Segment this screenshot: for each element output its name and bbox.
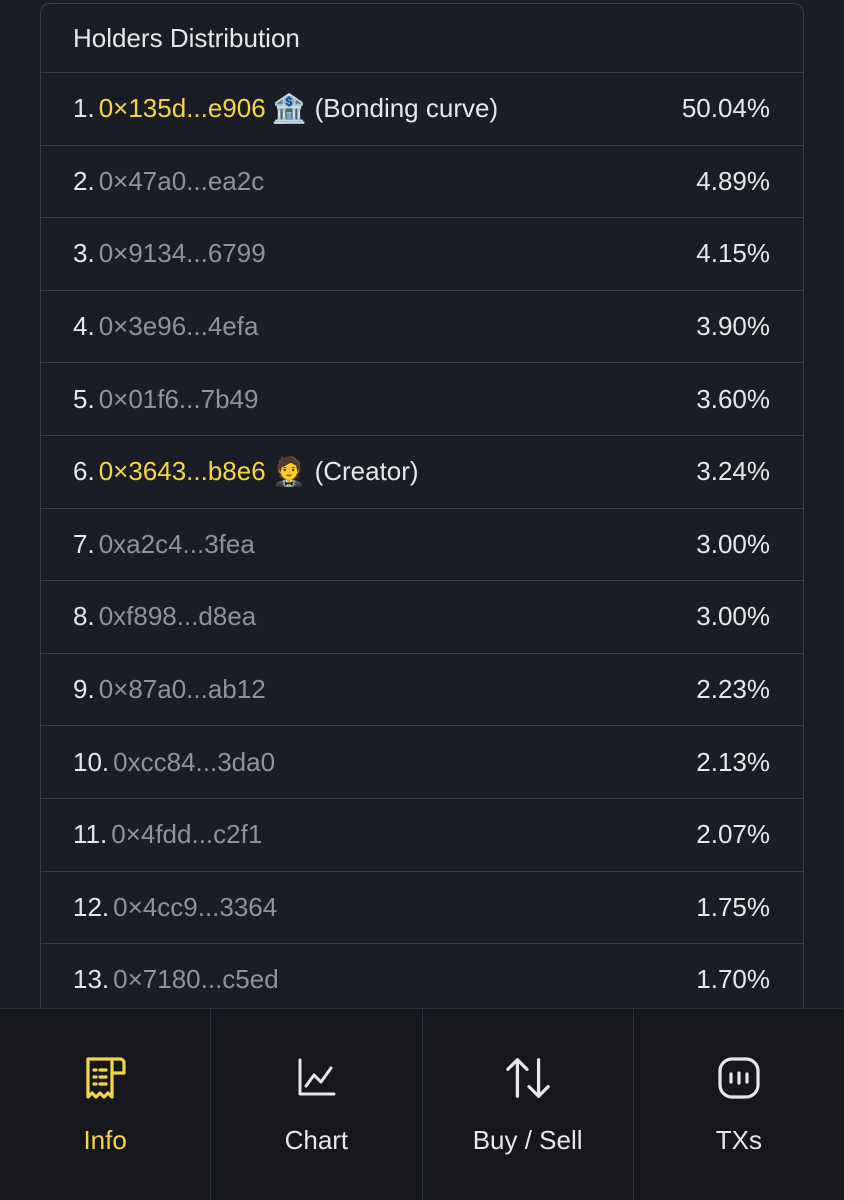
holder-rank: 2.: [73, 165, 95, 196]
holder-row[interactable]: 9. 0×87a0...ab12 2.23%: [41, 654, 803, 727]
holder-row[interactable]: 2. 0×47a0...ea2c 4.89%: [41, 146, 803, 219]
holder-address-link[interactable]: 0×7180...c5ed: [113, 964, 279, 995]
holder-address-link[interactable]: 0×47a0...ea2c: [99, 166, 265, 197]
holder-rank: 11.: [73, 819, 108, 850]
holder-address-link[interactable]: 0×01f6...7b49: [99, 384, 259, 415]
holder-row[interactable]: 11. 0×4fdd...c2f1 2.07%: [41, 799, 803, 872]
holder-info: 9. 0×87a0...ab12: [73, 674, 266, 705]
holder-percent: 2.23%: [696, 674, 770, 705]
holder-address-link[interactable]: 0×4fdd...c2f1: [111, 819, 262, 850]
holder-rank: 10.: [73, 746, 110, 777]
holder-rank: 13.: [73, 964, 110, 995]
holder-address-link[interactable]: 0xf898...d8ea: [99, 601, 257, 632]
holder-address-link[interactable]: 0×9134...6799: [99, 238, 266, 269]
holder-percent: 4.15%: [696, 238, 770, 269]
holder-info: 6. 0×3643...b8e6 🤵 (Creator): [73, 455, 419, 488]
holder-rank: 4.: [73, 311, 95, 342]
creator-icon: 🤵: [271, 456, 307, 488]
holder-info: 2. 0×47a0...ea2c: [73, 166, 264, 197]
holders-distribution-panel: Holders Distribution 1. 0×135d...e906 🏦 (Bo…: [40, 3, 804, 1033]
holder-percent: 2.13%: [696, 746, 770, 777]
holder-percent: 1.75%: [696, 891, 770, 922]
holder-tag: (Bonding curve): [314, 93, 499, 124]
transactions-icon: [714, 1053, 764, 1103]
nav-label-info: Info: [83, 1125, 127, 1155]
holder-info: 4. 0×3e96...4efa: [73, 311, 258, 342]
holder-row[interactable]: 7. 0xa2c4...3fea 3.00%: [41, 509, 803, 582]
holder-percent: 3.00%: [696, 601, 770, 632]
holder-address-link[interactable]: 0×4cc9...3364: [113, 892, 277, 923]
holder-info: 8. 0xf898...d8ea: [73, 601, 256, 632]
holder-info: 7. 0xa2c4...3fea: [73, 529, 255, 560]
holder-address-link[interactable]: 0×135d...e906: [99, 93, 266, 124]
holder-percent: 2.07%: [696, 819, 770, 850]
bottom-nav: Info Chart Buy / Sell TXs: [0, 1008, 844, 1200]
holder-row[interactable]: 12. 0×4cc9...3364 1.75%: [41, 872, 803, 945]
holder-tag: (Creator): [314, 456, 419, 487]
receipt-icon: [80, 1053, 130, 1103]
line-chart-icon: [291, 1053, 341, 1103]
holder-percent: 4.89%: [696, 165, 770, 196]
holder-info: 3. 0×9134...6799: [73, 238, 266, 269]
holder-address-link[interactable]: 0xa2c4...3fea: [99, 529, 255, 560]
nav-item-chart[interactable]: Chart: [211, 1009, 423, 1200]
holder-info: 11. 0×4fdd...c2f1: [73, 819, 262, 850]
holder-row[interactable]: 6. 0×3643...b8e6 🤵 (Creator) 3.24%: [41, 436, 803, 509]
nav-label-buy-sell: Buy / Sell: [472, 1125, 583, 1155]
holders-list: 1. 0×135d...e906 🏦 (Bonding curve) 50.04% 2. 0…: [41, 73, 803, 1017]
nav-label-chart: Chart: [284, 1125, 349, 1155]
holder-address-link[interactable]: 0×87a0...ab12: [99, 674, 266, 705]
holder-rank: 12.: [73, 891, 110, 922]
holder-info: 10. 0xcc84...3da0: [73, 747, 275, 778]
holder-info: 12. 0×4cc9...3364: [73, 892, 277, 923]
nav-item-info[interactable]: Info: [0, 1009, 212, 1200]
holder-rank: 3.: [73, 238, 95, 269]
holder-row[interactable]: 13. 0×7180...c5ed 1.70%: [41, 944, 803, 1017]
holder-rank: 7.: [73, 528, 95, 559]
holder-percent: 3.60%: [696, 383, 770, 414]
holder-rank: 1.: [73, 93, 95, 124]
holder-rank: 6.: [73, 456, 95, 487]
holder-row[interactable]: 5. 0×01f6...7b49 3.60%: [41, 363, 803, 436]
holder-rank: 5.: [73, 383, 95, 414]
holder-percent: 50.04%: [681, 93, 770, 124]
swap-arrows-icon: [503, 1053, 553, 1103]
nav-label-txs: TXs: [715, 1125, 762, 1155]
holder-row[interactable]: 1. 0×135d...e906 🏦 (Bonding curve) 50.04%: [41, 73, 803, 146]
holder-percent: 3.90%: [696, 311, 770, 342]
holder-info: 5. 0×01f6...7b49: [73, 384, 258, 415]
holder-row[interactable]: 3. 0×9134...6799 4.15%: [41, 218, 803, 291]
holder-address-link[interactable]: 0xcc84...3da0: [113, 747, 275, 778]
holder-address-link[interactable]: 0×3643...b8e6: [99, 456, 266, 487]
nav-item-txs[interactable]: TXs: [634, 1009, 844, 1200]
holder-row[interactable]: 8. 0xf898...d8ea 3.00%: [41, 581, 803, 654]
holder-info: 13. 0×7180...c5ed: [73, 964, 279, 995]
holder-percent: 3.24%: [696, 456, 770, 487]
panel-title: Holders Distribution: [41, 4, 803, 73]
nav-item-buy-sell[interactable]: Buy / Sell: [423, 1009, 634, 1200]
holder-percent: 1.70%: [696, 964, 770, 995]
holder-percent: 3.00%: [696, 528, 770, 559]
holder-row[interactable]: 4. 0×3e96...4efa 3.90%: [41, 291, 803, 364]
holder-address-link[interactable]: 0×3e96...4efa: [99, 311, 259, 342]
bank-icon: 🏦: [271, 93, 307, 125]
holder-row[interactable]: 10. 0xcc84...3da0 2.13%: [41, 726, 803, 799]
holder-rank: 9.: [73, 674, 95, 705]
holder-info: 1. 0×135d...e906 🏦 (Bonding curve): [73, 92, 498, 125]
holder-rank: 8.: [73, 601, 95, 632]
